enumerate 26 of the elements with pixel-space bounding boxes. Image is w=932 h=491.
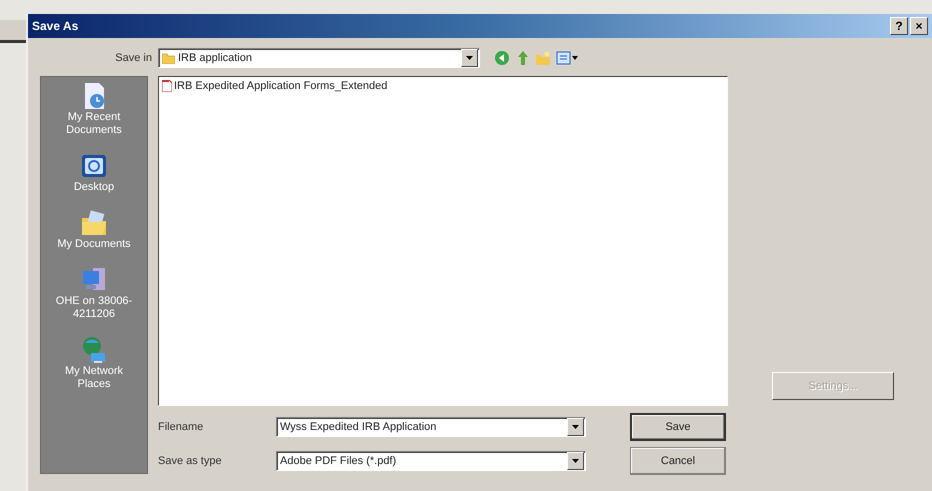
places-item[interactable]: OHE on 38006-4211206: [54, 295, 134, 321]
caret-icon: [572, 425, 579, 429]
filename-field[interactable]: Wyss Expedited IRB Application: [276, 417, 586, 437]
places-item[interactable]: My Recent Documents: [54, 111, 134, 137]
window-title: Save As: [32, 19, 80, 33]
cancel-button[interactable]: Cancel: [630, 447, 726, 475]
view-menu-icon[interactable]: [556, 51, 578, 65]
caret-icon: [572, 459, 579, 463]
file-item[interactable]: IRB Expedited Application Forms_Extended: [162, 80, 390, 92]
pdf-file-icon: [162, 80, 172, 92]
save-in-label: Save in: [114, 52, 153, 64]
save-button[interactable]: Save: [630, 413, 726, 441]
help-button[interactable]: ?: [890, 17, 908, 35]
save-in-dropdown[interactable]: IRB application: [158, 48, 480, 68]
save-as-type-dropdown[interactable]: Adobe PDF Files (*.pdf): [276, 451, 586, 471]
back-icon[interactable]: [494, 50, 510, 66]
places-item[interactable]: My Network Places: [54, 365, 134, 391]
close-button[interactable]: ×: [910, 17, 928, 35]
places-item[interactable]: My Documents: [54, 238, 134, 251]
folder-icon: [79, 208, 109, 238]
filename-label: Filename: [158, 421, 204, 433]
caret-icon: [466, 56, 473, 60]
up-folder-icon[interactable]: [516, 50, 530, 66]
save-as-type-label: Save as type: [158, 455, 223, 467]
places-item[interactable]: Desktop: [54, 181, 134, 194]
folder-icon: [162, 52, 175, 64]
